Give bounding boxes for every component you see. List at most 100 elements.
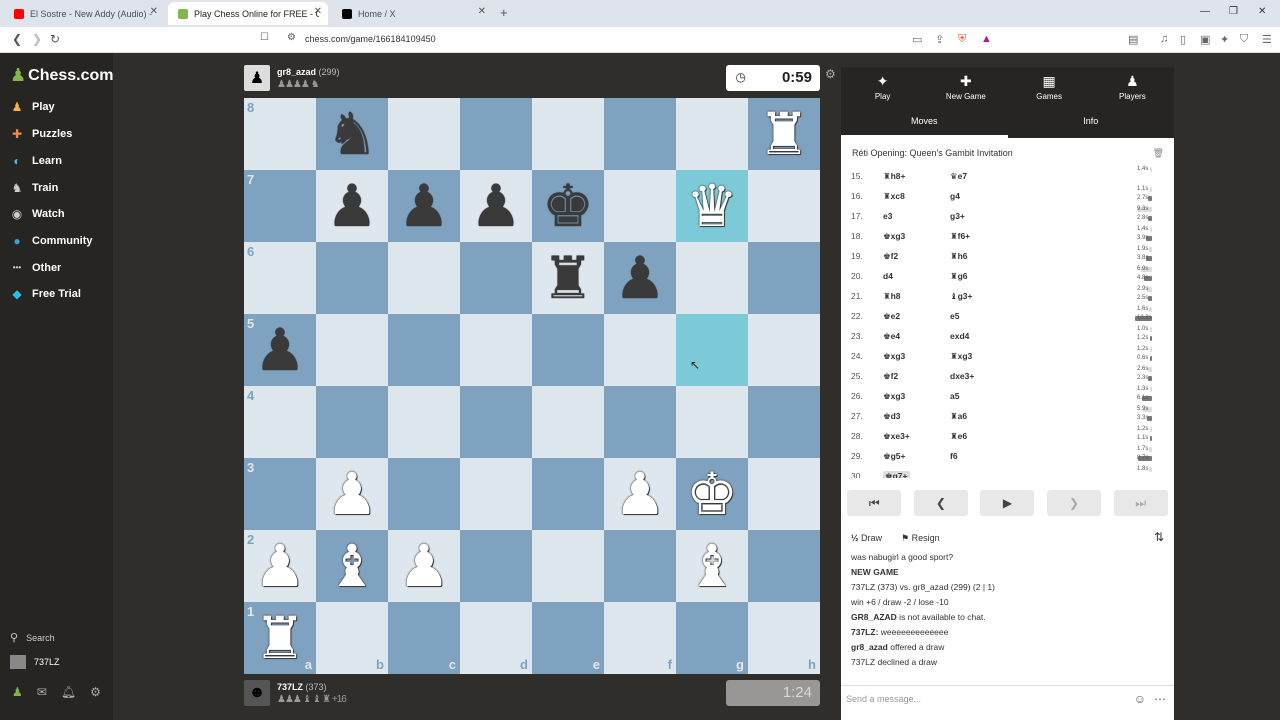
sidebar-item-community[interactable]: ● Community xyxy=(10,234,92,248)
square-f4[interactable] xyxy=(604,386,676,458)
browser-tab[interactable]: Play Chess Online for FREE - Ch ✕ xyxy=(168,2,328,25)
white-king-icon[interactable]: ♚ xyxy=(686,465,738,523)
bell-icon[interactable]: 🔔︎ xyxy=(61,685,76,699)
white-move[interactable]: ♚xg3 xyxy=(883,391,905,402)
black-move[interactable]: ♜g6 xyxy=(950,271,968,282)
last-move-button[interactable]: ⏭ xyxy=(1113,490,1168,516)
square-h7[interactable] xyxy=(748,170,820,242)
square-f6[interactable]: ♟ xyxy=(604,242,676,314)
browser-tab[interactable]: Home / X ✕ xyxy=(332,2,492,25)
white-move[interactable]: ♜h8 xyxy=(883,291,901,302)
square-d3[interactable] xyxy=(460,458,532,530)
extensions-icon[interactable]: ✦ xyxy=(1220,33,1229,46)
top-player-avatar[interactable]: ♟ xyxy=(244,65,270,91)
black-pawn-icon[interactable]: ♟ xyxy=(470,177,522,235)
black-move[interactable]: a5 xyxy=(950,391,959,401)
square-g3[interactable]: ♚ xyxy=(676,458,748,530)
trash-icon[interactable]: 🗑︎ xyxy=(1153,142,1164,164)
back-icon[interactable]: ❮ xyxy=(12,32,22,46)
tab-games[interactable]: ▦ Games xyxy=(1008,67,1091,107)
share-icon[interactable]: ⇪ xyxy=(935,33,944,46)
square-b5[interactable] xyxy=(316,314,388,386)
white-rook-icon[interactable]: ♜ xyxy=(758,105,810,163)
square-c4[interactable] xyxy=(388,386,460,458)
tab-play[interactable]: ✦ Play xyxy=(841,67,924,107)
black-move[interactable]: exd4 xyxy=(950,331,969,341)
top-player-name[interactable]: gr8_azad (299) xyxy=(277,67,340,77)
square-d4[interactable] xyxy=(460,386,532,458)
black-rook-icon[interactable]: ♜ xyxy=(542,249,594,307)
black-move[interactable]: g4 xyxy=(950,191,960,201)
square-f2[interactable] xyxy=(604,530,676,602)
black-move[interactable]: dxe3+ xyxy=(950,371,974,381)
bottom-player-avatar[interactable]: ☻ xyxy=(244,680,270,706)
site-info-icon[interactable]: ⚙ xyxy=(287,32,296,43)
white-move[interactable]: ♚xg3 xyxy=(883,231,905,242)
white-move[interactable]: ♚e2 xyxy=(883,311,900,322)
reload-icon[interactable]: ↻ xyxy=(50,32,60,46)
white-pawn-icon[interactable]: ♟ xyxy=(254,537,306,595)
settings-icon[interactable]: ⚙ xyxy=(90,685,101,699)
reader-icon[interactable]: ▤ xyxy=(1128,33,1138,46)
square-b7[interactable]: ♟ xyxy=(316,170,388,242)
square-f8[interactable] xyxy=(604,98,676,170)
home-icon[interactable]: ♟ xyxy=(12,685,23,699)
white-move[interactable]: ♚g5+ xyxy=(883,451,906,462)
resign-button[interactable]: ⚑ Resign xyxy=(901,533,940,544)
black-pawn-icon[interactable]: ♟ xyxy=(326,177,378,235)
square-h2[interactable] xyxy=(748,530,820,602)
square-g5[interactable] xyxy=(676,314,748,386)
sidebar-toggle-icon[interactable]: ▯ xyxy=(1180,33,1186,46)
media-icon[interactable]: ♫ xyxy=(1160,33,1168,45)
square-c5[interactable] xyxy=(388,314,460,386)
square-e4[interactable] xyxy=(532,386,604,458)
square-b1[interactable]: b xyxy=(316,602,388,674)
sidebar-item-learn[interactable]: ◐ Learn xyxy=(10,154,62,168)
square-g6[interactable] xyxy=(676,242,748,314)
user-profile-link[interactable]: 737LZ xyxy=(10,655,60,669)
tab-players[interactable]: ♟ Players xyxy=(1091,67,1174,107)
url-text[interactable]: chess.com/game/166184109450 xyxy=(305,34,436,44)
white-queen-icon[interactable]: ♛ xyxy=(686,177,738,235)
square-d2[interactable] xyxy=(460,530,532,602)
sidebar-item-puzzles[interactable]: ✚ Puzzles xyxy=(10,127,72,141)
sidebar-item-free-trial[interactable]: ◆ Free Trial xyxy=(10,287,81,301)
tab-moves[interactable]: Moves xyxy=(841,107,1008,138)
white-move[interactable]: ♜xc8 xyxy=(883,191,905,202)
square-a1[interactable]: 1 a ♜ xyxy=(244,602,316,674)
square-c2[interactable]: ♟ xyxy=(388,530,460,602)
white-move[interactable]: ♚f2 xyxy=(883,371,898,382)
square-h8[interactable]: ♜ xyxy=(748,98,820,170)
black-move[interactable]: e5 xyxy=(950,311,959,321)
white-pawn-icon[interactable]: ♟ xyxy=(614,465,666,523)
white-move[interactable]: d4 xyxy=(883,271,893,281)
flip-board-icon[interactable]: ⇅ xyxy=(1154,530,1164,544)
square-b3[interactable]: ♟ xyxy=(316,458,388,530)
black-pawn-icon[interactable]: ♟ xyxy=(614,249,666,307)
wallet-icon[interactable]: ▣ xyxy=(1200,33,1210,46)
white-move[interactable]: ♚d3 xyxy=(883,411,901,422)
square-c6[interactable] xyxy=(388,242,460,314)
white-move[interactable]: ♚f2 xyxy=(883,251,898,262)
black-knight-icon[interactable]: ♞ xyxy=(326,105,378,163)
square-g8[interactable] xyxy=(676,98,748,170)
chess-board[interactable]: 8 ♞ ♜ 7 ♟ ♟ ♟ ♚ ♛ 6 ♜ ♟ 5 ♟ 4 3 ♟ ♟ ♚ 2 ♟ ♝ ♟ ♝ 1 a ♜ b c d e f g h xyxy=(244,98,820,674)
square-g7[interactable]: ♛ xyxy=(676,170,748,242)
square-a7[interactable]: 7 xyxy=(244,170,316,242)
tab-info[interactable]: Info xyxy=(1008,107,1175,138)
square-c1[interactable]: c xyxy=(388,602,460,674)
close-tab-icon[interactable]: ✕ xyxy=(478,6,486,17)
square-h3[interactable] xyxy=(748,458,820,530)
black-move[interactable]: f6 xyxy=(950,451,958,461)
black-king-icon[interactable]: ♚ xyxy=(542,177,594,235)
square-h6[interactable] xyxy=(748,242,820,314)
square-e2[interactable] xyxy=(532,530,604,602)
close-window-icon[interactable]: ✕ xyxy=(1258,6,1266,17)
square-f3[interactable]: ♟ xyxy=(604,458,676,530)
square-h4[interactable] xyxy=(748,386,820,458)
square-e1[interactable]: e xyxy=(532,602,604,674)
more-icon[interactable]: ⋯ xyxy=(1154,686,1166,712)
next-move-button[interactable]: ❯ xyxy=(1047,490,1102,516)
square-b2[interactable]: ♝ xyxy=(316,530,388,602)
sidebar-item-play[interactable]: ♟ Play xyxy=(10,100,55,114)
